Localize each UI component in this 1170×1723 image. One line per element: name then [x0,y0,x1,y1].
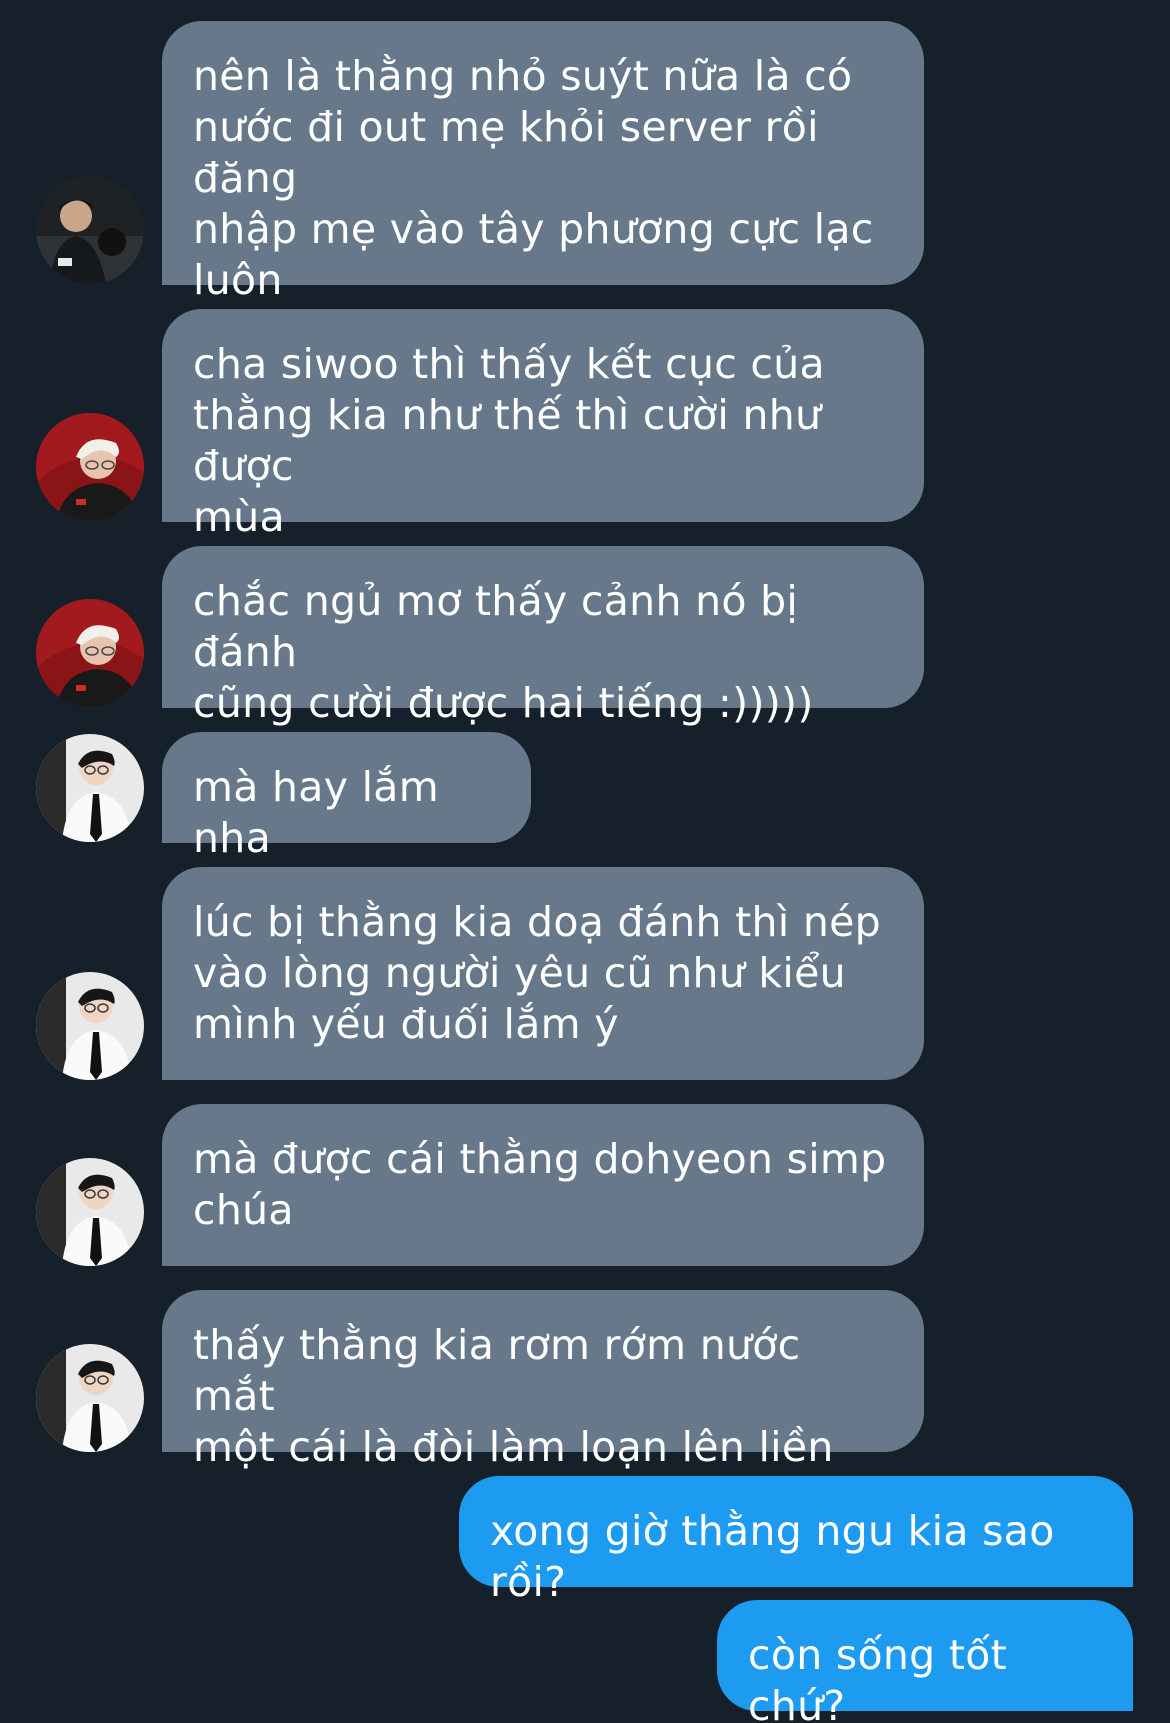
sender-avatar[interactable] [36,734,144,842]
sender-avatar[interactable] [36,176,144,284]
received-message-bubble[interactable]: mà được cái thằng dohyeon simp chúa [162,1104,924,1266]
avatar-photo-dark-hair [36,176,144,284]
received-message-bubble[interactable]: chắc ngủ mơ thấy cảnh nó bị đánh cũng cư… [162,546,924,727]
avatar-photo-suit-glasses [36,1158,144,1266]
sent-message-bubble[interactable]: xong giờ thằng ngu kia sao rồi? [459,1476,1133,1606]
sender-avatar[interactable] [36,413,144,521]
sender-avatar[interactable] [36,972,144,1080]
avatar-photo-blonde-red [36,599,144,707]
sender-avatar[interactable] [36,1344,144,1452]
avatar-photo-suit-glasses [36,1344,144,1452]
sent-message-bubble[interactable]: còn sống tốt chứ? [717,1600,1133,1723]
sender-avatar[interactable] [36,599,144,707]
received-message-bubble[interactable]: cha siwoo thì thấy kết cục của thằng kia… [162,309,924,541]
avatar-photo-suit-glasses [36,972,144,1080]
sender-avatar[interactable] [36,1158,144,1266]
avatar-photo-blonde-red [36,413,144,521]
received-message-bubble[interactable]: thấy thằng kia rơm rớm nước mắt một cái … [162,1290,924,1471]
received-message-bubble[interactable]: mà hay lắm nha [162,732,531,862]
avatar-photo-suit-glasses [36,734,144,842]
received-message-bubble[interactable]: nên là thằng nhỏ suýt nữa là có nước đi … [162,21,924,304]
received-message-bubble[interactable]: lúc bị thằng kia doạ đánh thì nép vào lò… [162,867,924,1080]
